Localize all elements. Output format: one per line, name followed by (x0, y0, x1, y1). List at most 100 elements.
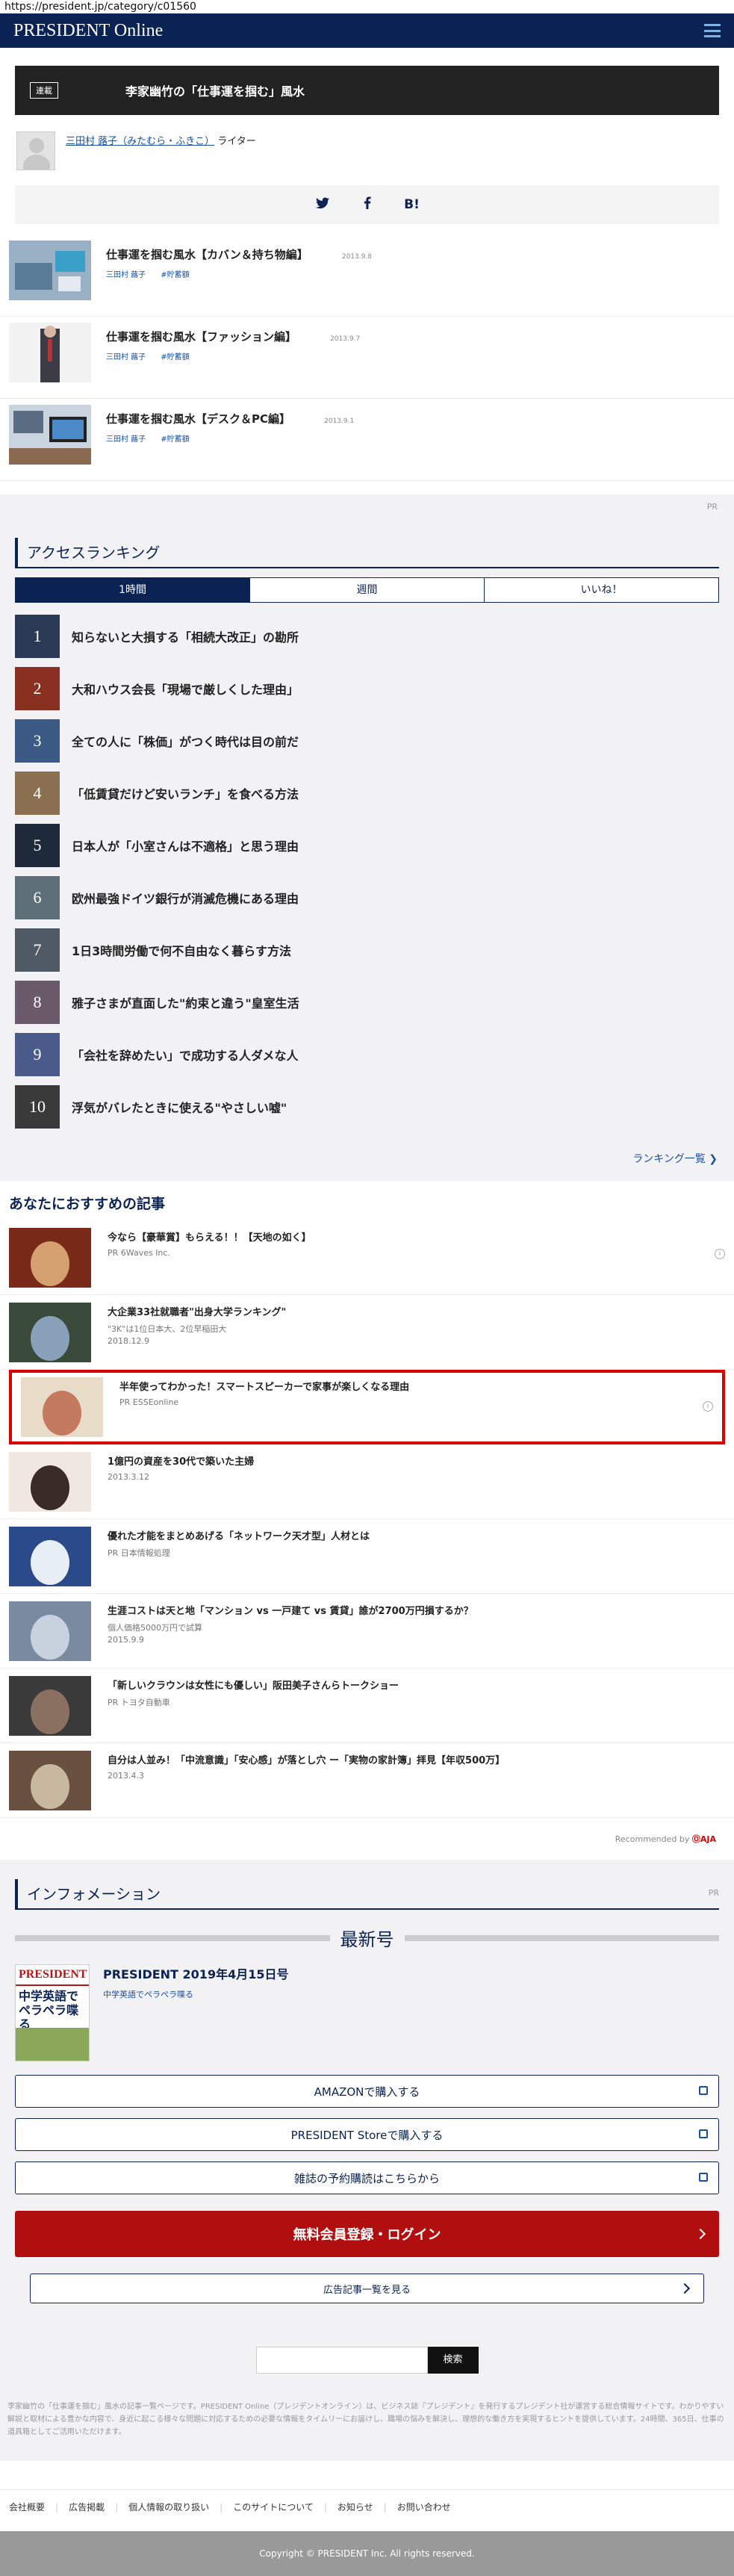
footer-links: 会社概要 | 広告掲載 | 個人情報の取り扱い | このサイトについて | お知らせ | お問い合わ… (0, 2489, 734, 2524)
issue-subtitle[interactable]: 中学英語でペラペラ喋る (103, 1988, 288, 2000)
recommend-item-title[interactable]: 自分は人並み！「中流意識」「安心感」が落とし穴 ー「実物の家計簿」拝見【年収50… (108, 1752, 505, 1766)
ranking-item-title[interactable]: 雅子さまが直面した"約束と違う"皇室生活 (72, 993, 299, 1011)
hamburger-menu-icon[interactable] (704, 24, 721, 37)
related-articles: 仕事運を掴む風水【カバン＆持ち物編】 2013.9.8 三田村 蕗子 #貯蓄額 仕… (0, 235, 734, 481)
footer-link[interactable]: 会社概要 (9, 2502, 45, 2513)
amazon-buy-button[interactable]: AMAZONで購入する (15, 2075, 719, 2108)
related-article-tag[interactable]: #貯蓄額 (161, 353, 189, 361)
ranking-item-title[interactable]: 日本人が「小室さんは不適格」と思う理由 (72, 837, 299, 854)
latest-issue[interactable]: PRESIDENT 中学英語でペラペラ喋る PRESIDENT 2019年4月1… (15, 1964, 719, 2061)
ranking-item[interactable]: 2 大和ハウス会長「現場で厳しくした理由」 (15, 662, 719, 715)
recommend-item-source: PR トヨタ自動車 (108, 1698, 170, 1707)
related-article[interactable]: 仕事運を掴む風水【ファッション編】 2013.9.7 三田村 蕗子 #貯蓄額 (0, 317, 734, 399)
ranking-more-link[interactable]: ランキング一覧 ❯ (16, 1151, 718, 1166)
related-article-date: 2013.9.8 (341, 253, 372, 261)
ranking-item[interactable]: 4 「低賃貸だけど安いランチ」を食べる方法 (15, 767, 719, 819)
serial-banner[interactable]: 連載 李家幽竹の「仕事運を掴む」風水 (15, 66, 719, 115)
ranking-thumbnail: 4 (15, 772, 60, 815)
recommend-item-title[interactable]: 1億円の資産を30代で築いた主婦 (108, 1453, 254, 1468)
recommend-thumbnail (21, 1377, 103, 1437)
related-article-title[interactable]: 仕事運を掴む風水【デスク＆PC編】 (106, 411, 290, 426)
magazine-cover[interactable]: PRESIDENT 中学英語でペラペラ喋る (15, 1964, 90, 2061)
ranking-item[interactable]: 5 日本人が「小室さんは不適格」と思う理由 (15, 819, 719, 872)
footer-link[interactable]: 個人情報の取り扱い (128, 2502, 209, 2513)
recommend-item[interactable]: 生涯コストは天と地「マンション vs 一戸建て vs 賃貸」誰が2700万円損す… (0, 1594, 734, 1669)
ranking-thumbnail: 10 (15, 1085, 60, 1129)
store-buy-button[interactable]: PRESIDENT Storeで購入する (15, 2118, 719, 2151)
recommend-item-title[interactable]: 「新しいクラウンは女性にも優しい」阪田美子さんらトークショー (108, 1677, 399, 1692)
recommend-list: 今なら【豪華賞】もらえる！！【天地の如く】 PR 6Waves Inc. i 大企業3… (0, 1220, 734, 1818)
related-article-author[interactable]: 三田村 蕗子 (106, 353, 146, 361)
ranking-item-title[interactable]: 浮気がバレたときに使える"やさしい嘘" (72, 1098, 287, 1116)
hatena-bookmark-icon[interactable]: B! (399, 197, 425, 212)
related-article-tag[interactable]: #貯蓄額 (161, 271, 189, 279)
recommend-item[interactable]: 自分は人並み！「中流意識」「安心感」が落とし穴 ー「実物の家計簿」拝見【年収50… (0, 1743, 734, 1818)
issue-title[interactable]: PRESIDENT 2019年4月15日号 (103, 1964, 288, 1982)
recommend-item-title[interactable]: 生涯コストは天と地「マンション vs 一戸建て vs 賃貸」誰が2700万円損す… (108, 1603, 473, 1617)
recommend-item[interactable]: 「新しいクラウンは女性にも優しい」阪田美子さんらトークショー PR トヨタ自動車 (0, 1669, 734, 1743)
related-article-author[interactable]: 三田村 蕗子 (106, 435, 146, 444)
ranking-item-title[interactable]: 「会社を辞めたい」で成功する人ダメな人 (72, 1046, 299, 1064)
tab-1hour[interactable]: 1時間 (16, 578, 250, 602)
related-article-tag[interactable]: #貯蓄額 (161, 435, 189, 444)
ranking-item-title[interactable]: 「低賃貸だけど安いランチ」を食べる方法 (72, 784, 299, 802)
recommend-item-title[interactable]: 今なら【豪華賞】もらえる！！【天地の如く】 (108, 1229, 311, 1244)
related-article-thumbnail (9, 323, 91, 382)
recommend-item-source: 2013.4.3 (108, 1771, 144, 1781)
ranking-item-title[interactable]: 大和ハウス会長「現場で厳しくした理由」 (72, 680, 299, 698)
facebook-icon[interactable] (355, 196, 380, 213)
ranking-item[interactable]: 9 「会社を辞めたい」で成功する人ダメな人 (15, 1028, 719, 1081)
search-button[interactable]: 検索 (427, 2347, 479, 2374)
ad-list-button[interactable]: 広告記事一覧を見る (30, 2274, 704, 2303)
chevron-right-icon (694, 2228, 706, 2240)
recommend-thumbnail (9, 1527, 91, 1586)
tab-likes[interactable]: いいね！ (485, 578, 718, 602)
recommend-item-title[interactable]: 大企業33社就職者"出身大学ランキング" (108, 1304, 286, 1318)
subscribe-button[interactable]: 雑誌の予約購読はこちらから (15, 2161, 719, 2194)
related-article-date: 2013.9.7 (330, 335, 361, 343)
related-article[interactable]: 仕事運を掴む風水【カバン＆持ち物編】 2013.9.8 三田村 蕗子 #貯蓄額 (0, 235, 734, 317)
serial-badge: 連載 (30, 82, 58, 99)
ranking-item[interactable]: 1 知らないと大損する「相続大改正」の勘所 (15, 610, 719, 662)
related-article-title[interactable]: 仕事運を掴む風水【カバン＆持ち物編】 (106, 246, 308, 262)
ranking-item[interactable]: 6 欧州最強ドイツ銀行が消滅危機にある理由 (15, 872, 719, 924)
footer-link[interactable]: お問い合わせ (397, 2502, 451, 2513)
ranking-item[interactable]: 7 1日3時間労働で何不自由なく暮らす方法 (15, 924, 719, 976)
ranking-item-title[interactable]: 知らないと大損する「相続大改正」の勘所 (72, 627, 299, 645)
twitter-icon[interactable] (310, 197, 335, 213)
recommend-item-source: PR 6Waves Inc. (108, 1248, 170, 1258)
recommend-item-title[interactable]: 優れた才能をまとめあげる「ネットワーク天才型」人材とは (108, 1528, 370, 1542)
register-login-button[interactable]: 無料会員登録・ログイン (15, 2211, 719, 2257)
ranking-item[interactable]: 3 全ての人に「株価」がつく時代は目の前だ (15, 715, 719, 767)
footer-link[interactable]: 広告掲載 (69, 2502, 105, 2513)
aja-logo: ⓄAJA (691, 1834, 716, 1844)
ranking-item[interactable]: 10 浮気がバレたときに使える"やさしい嘘" (15, 1081, 719, 1133)
serial-title: 李家幽竹の「仕事運を掴む」風水 (125, 84, 305, 99)
info-icon[interactable]: i (715, 1249, 725, 1259)
related-article-date: 2013.9.1 (324, 418, 355, 425)
related-article-title[interactable]: 仕事運を掴む風水【ファッション編】 (106, 329, 296, 344)
recommend-item[interactable]: 優れた才能をまとめあげる「ネットワーク天才型」人材とは PR 日本情報処理 (0, 1519, 734, 1594)
author-name-link[interactable]: 三田村 蕗子（みたむら・ふきこ） (66, 136, 214, 147)
recommend-item-title[interactable]: 半年使ってわかった！スマートスピーカーで家事が楽しくなる理由 (119, 1379, 409, 1393)
related-article[interactable]: 仕事運を掴む風水【デスク＆PC編】 2013.9.1 三田村 蕗子 #貯蓄額 (0, 399, 734, 481)
info-pr-label: PR (708, 1888, 719, 1898)
related-article-author[interactable]: 三田村 蕗子 (106, 271, 146, 279)
ranking-item-title[interactable]: 1日3時間労働で何不自由なく暮らす方法 (72, 941, 291, 959)
ranking-item[interactable]: 8 雅子さまが直面した"約束と違う"皇室生活 (15, 976, 719, 1028)
recommend-item[interactable]: 大企業33社就職者"出身大学ランキング" "3K"は1位日本大、2位早稲田大 201… (0, 1295, 734, 1370)
info-icon[interactable]: i (703, 1401, 713, 1412)
search-input[interactable] (255, 2347, 428, 2374)
recommend-item[interactable]: 今なら【豪華賞】もらえる！！【天地の如く】 PR 6Waves Inc. i (0, 1220, 734, 1295)
recommend-item[interactable]: 半年使ってわかった！スマートスピーカーで家事が楽しくなる理由 PR ESSEonl… (9, 1370, 725, 1444)
footer-link[interactable]: このサイトについて (233, 2502, 314, 2513)
tab-weekly[interactable]: 週間 (250, 578, 485, 602)
copyright: Copyright © PRESIDENT Inc. All rights re… (0, 2531, 734, 2576)
ranking-item-title[interactable]: 欧州最強ドイツ銀行が消滅危機にある理由 (72, 889, 299, 907)
site-logo[interactable]: PRESIDENT Online (13, 21, 163, 41)
footer-link[interactable]: お知らせ (338, 2502, 373, 2513)
ranking-item-title[interactable]: 全ての人に「株価」がつく時代は目の前だ (72, 732, 299, 750)
recommend-item[interactable]: 1億円の資産を30代で築いた主婦 2013.3.12 (0, 1444, 734, 1519)
author-avatar (16, 131, 55, 170)
external-link-icon (699, 2173, 708, 2182)
